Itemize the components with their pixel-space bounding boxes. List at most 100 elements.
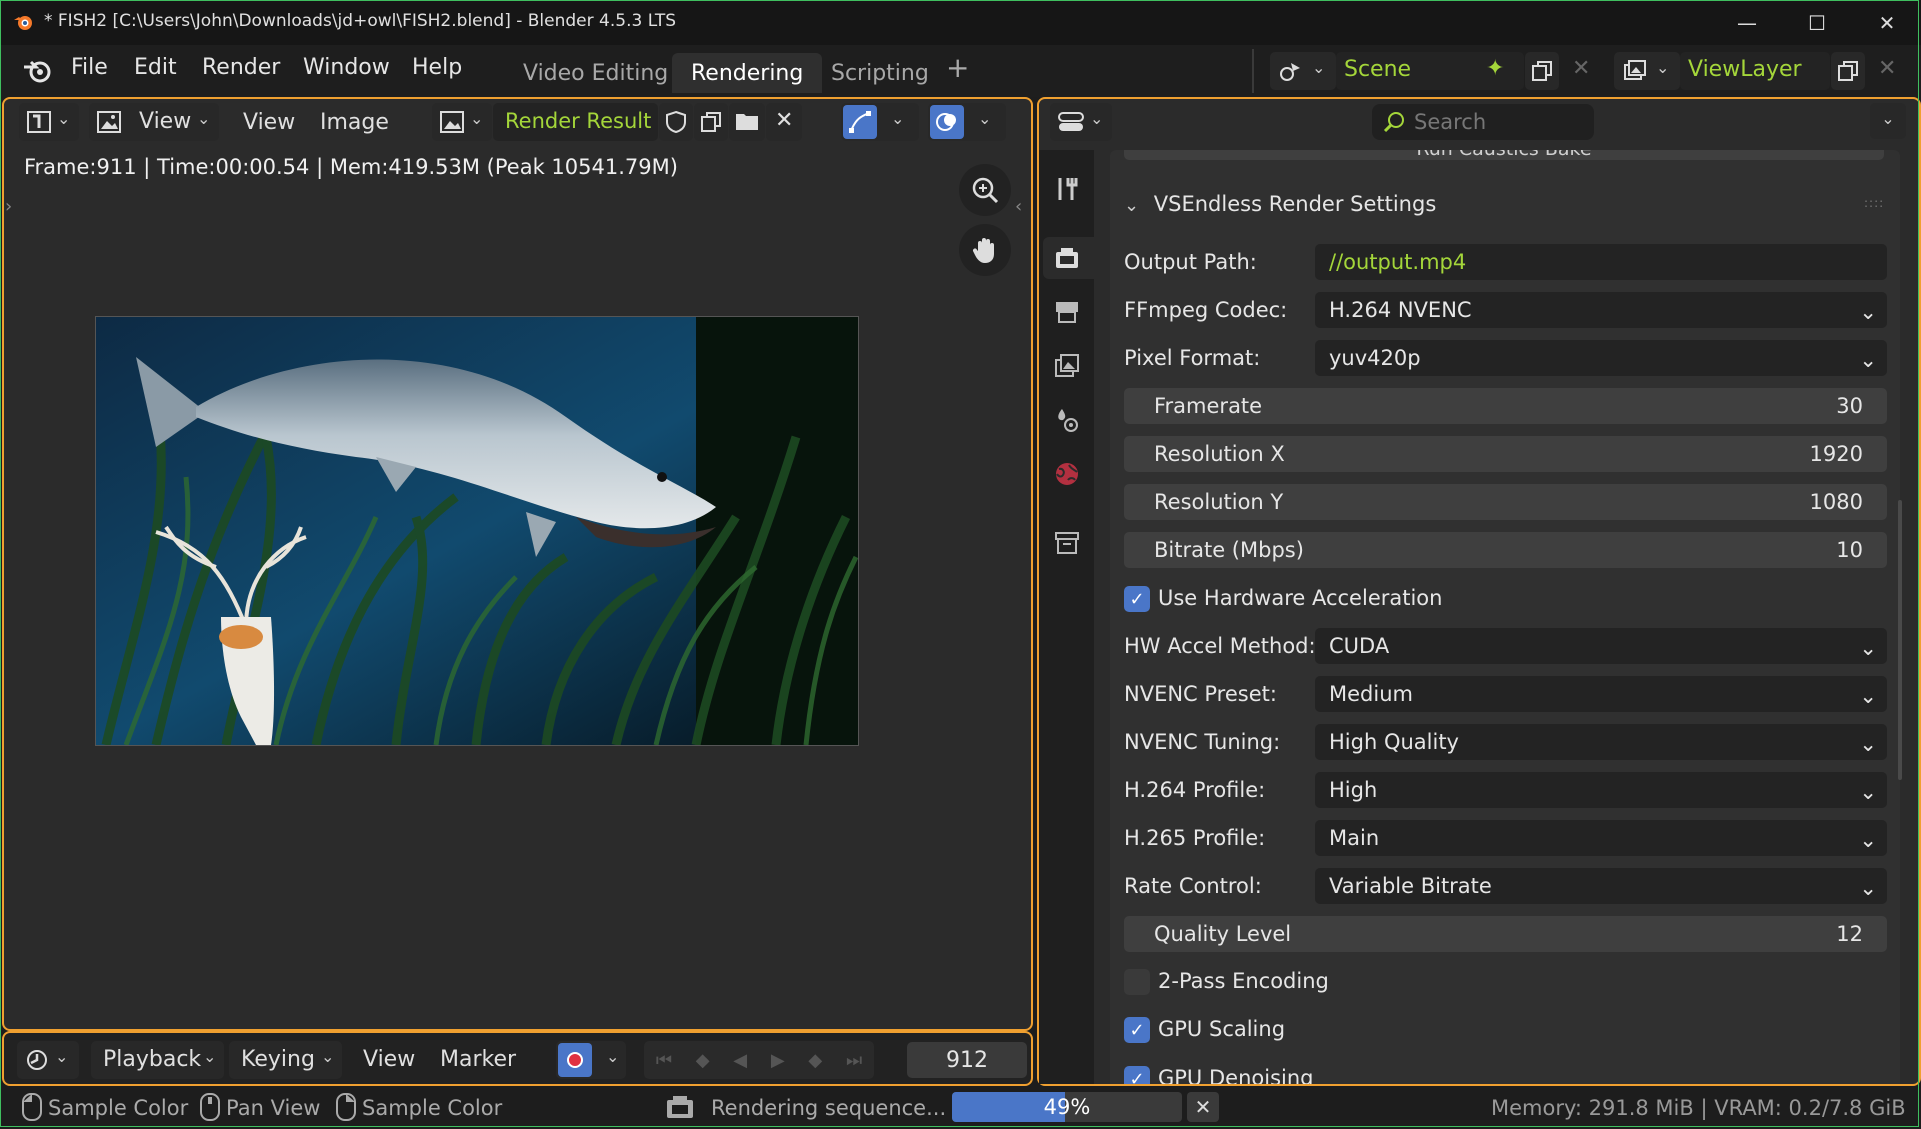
- menu-render[interactable]: Render: [202, 55, 280, 80]
- image-name: Render Result: [505, 109, 652, 133]
- rate-control-dropdown[interactable]: Variable Bitrate ⌄: [1315, 868, 1887, 904]
- delete-scene-icon[interactable]: ✕: [1572, 56, 1590, 81]
- hint-sample-color: Sample Color: [48, 1096, 189, 1120]
- current-frame-field[interactable]: 912: [907, 1042, 1027, 1078]
- properties-options-dropdown[interactable]: ⌄: [1870, 103, 1906, 139]
- toolbar-expand-icon[interactable]: ›: [5, 196, 12, 217]
- tab-world[interactable]: [1050, 457, 1084, 491]
- hw-method-dropdown[interactable]: CUDA ⌄: [1315, 628, 1887, 664]
- tab-scene[interactable]: [1050, 403, 1084, 437]
- scene-name-field[interactable]: Scene ✦: [1336, 52, 1524, 90]
- resolution-x-field[interactable]: Resolution X 1920: [1124, 436, 1887, 472]
- add-workspace-icon[interactable]: +: [946, 51, 969, 84]
- framerate-field[interactable]: Framerate 30: [1124, 388, 1887, 424]
- curve-tool-dropdown[interactable]: ⌄: [841, 103, 919, 141]
- sidebar-expand-icon[interactable]: ‹: [1015, 196, 1022, 217]
- rate-control-value: Variable Bitrate: [1329, 874, 1492, 898]
- hw-accel-checkbox[interactable]: ✓: [1124, 586, 1150, 612]
- tab-tool[interactable]: [1050, 172, 1084, 206]
- bitrate-field[interactable]: Bitrate (Mbps) 10: [1124, 532, 1887, 568]
- scene-type-dropdown[interactable]: ⌄: [1270, 52, 1336, 90]
- h264-profile-dropdown[interactable]: High ⌄: [1315, 772, 1887, 808]
- jump-start-icon[interactable]: ⏮: [656, 1050, 672, 1071]
- view-layer-type-dropdown[interactable]: ⌄: [1614, 52, 1680, 90]
- close-icon: ✕: [775, 108, 794, 133]
- cancel-render-button[interactable]: ✕: [1187, 1092, 1219, 1122]
- new-view-layer-button[interactable]: [1831, 52, 1865, 90]
- pixel-format-dropdown[interactable]: yuv420p ⌄: [1315, 340, 1887, 376]
- menu-view[interactable]: View: [243, 110, 295, 135]
- menu-window[interactable]: Window: [303, 55, 390, 80]
- gpu-scaling-checkbox[interactable]: ✓: [1124, 1017, 1150, 1043]
- next-keyframe-icon[interactable]: ◆: [808, 1050, 822, 1071]
- tab-render[interactable]: [1050, 241, 1084, 275]
- properties-editor-type-dropdown[interactable]: ⌄: [1050, 103, 1112, 141]
- chevron-down-icon: ⌄: [891, 109, 905, 128]
- prev-keyframe-icon[interactable]: ◆: [696, 1050, 710, 1071]
- jump-end-icon[interactable]: ⏭: [846, 1050, 862, 1071]
- overlay-toggle[interactable]: [930, 105, 964, 139]
- tab-view-layer[interactable]: [1050, 349, 1084, 383]
- unlink-image-button[interactable]: ✕: [766, 103, 802, 141]
- menu-file[interactable]: File: [71, 55, 108, 80]
- auto-keying-dropdown[interactable]: ⌄: [556, 1041, 626, 1079]
- properties-scrollbar[interactable]: [1898, 500, 1902, 780]
- tab-collection[interactable]: [1050, 526, 1084, 560]
- open-image-button[interactable]: [729, 103, 765, 141]
- play-reverse-icon[interactable]: ◀: [733, 1050, 747, 1071]
- camera-back-icon: [1056, 248, 1078, 268]
- gpu-denoising-checkbox[interactable]: ✓: [1124, 1066, 1150, 1084]
- timeline-editor-type-dropdown[interactable]: ⌄: [17, 1041, 79, 1079]
- properties-search-input[interactable]: Search: [1372, 104, 1594, 140]
- pin-icon[interactable]: ✦: [1486, 56, 1504, 81]
- drag-handle-icon[interactable]: ::::: [1864, 196, 1884, 210]
- shield-icon: [666, 110, 686, 134]
- quality-level-field[interactable]: Quality Level 12: [1124, 916, 1887, 952]
- resolution-y-field[interactable]: Resolution Y 1080: [1124, 484, 1887, 520]
- view-layer-name-field[interactable]: ViewLayer: [1680, 52, 1830, 90]
- tab-rendering[interactable]: Rendering: [672, 53, 823, 93]
- new-image-button[interactable]: [694, 103, 728, 141]
- chevron-down-icon: ⌄: [606, 1047, 620, 1066]
- record-toggle[interactable]: [558, 1043, 592, 1077]
- delete-view-layer-icon[interactable]: ✕: [1878, 56, 1896, 81]
- menu-image[interactable]: Image: [320, 110, 389, 135]
- ffmpeg-codec-dropdown[interactable]: H.264 NVENC ⌄: [1315, 292, 1887, 328]
- image-name-field[interactable]: Render Result: [493, 103, 658, 141]
- tab-video-editing[interactable]: Video Editing: [504, 53, 687, 93]
- output-path-field[interactable]: //output.mp4: [1315, 244, 1887, 280]
- menu-help[interactable]: Help: [412, 55, 462, 80]
- tab-output[interactable]: [1050, 295, 1084, 329]
- tab-scripting[interactable]: Scripting: [812, 53, 948, 93]
- overlay-dropdown[interactable]: ⌄: [928, 103, 1006, 141]
- nvenc-tuning-dropdown[interactable]: High Quality ⌄: [1315, 724, 1887, 760]
- timeline-menu-view[interactable]: View: [363, 1047, 415, 1072]
- browse-image-dropdown[interactable]: ⌄: [432, 103, 492, 141]
- close-window-button[interactable]: ✕: [1855, 4, 1919, 42]
- keying-menu[interactable]: Keying ⌄: [229, 1041, 342, 1079]
- new-scene-button[interactable]: [1525, 52, 1559, 90]
- zoom-button[interactable]: [959, 164, 1011, 216]
- playback-menu[interactable]: Playback ⌄: [91, 1041, 224, 1079]
- fake-user-button[interactable]: [659, 103, 693, 141]
- two-pass-checkbox[interactable]: [1124, 969, 1150, 995]
- pan-button[interactable]: [959, 224, 1011, 276]
- blender-menu-icon[interactable]: [22, 57, 52, 83]
- progress-label: 49%: [1043, 1095, 1091, 1119]
- caustics-bake-button[interactable]: Run Caustics Bake: [1124, 150, 1884, 160]
- panel-header[interactable]: ⌄ VSEndless Render Settings: [1124, 192, 1436, 216]
- gpu-scaling-label: GPU Scaling: [1158, 1017, 1286, 1041]
- view-mode-dropdown[interactable]: View ⌄: [89, 103, 219, 141]
- menu-edit[interactable]: Edit: [134, 55, 177, 80]
- timeline-menu-marker[interactable]: Marker: [440, 1047, 516, 1072]
- play-icon[interactable]: ▶: [771, 1050, 785, 1071]
- rendered-fish-scene: [96, 317, 858, 745]
- maximize-button[interactable]: ☐: [1785, 4, 1849, 42]
- h265-profile-dropdown[interactable]: Main ⌄: [1315, 820, 1887, 856]
- nvenc-preset-dropdown[interactable]: Medium ⌄: [1315, 676, 1887, 712]
- editor-type-dropdown[interactable]: ⌄: [19, 103, 79, 141]
- world-icon: [1056, 463, 1078, 485]
- chevron-down-icon: ⌄: [321, 1047, 335, 1066]
- minimize-button[interactable]: —: [1715, 4, 1779, 42]
- playback-controls: ⏮ ◆ ◀ ▶ ◆ ⏭: [644, 1041, 874, 1079]
